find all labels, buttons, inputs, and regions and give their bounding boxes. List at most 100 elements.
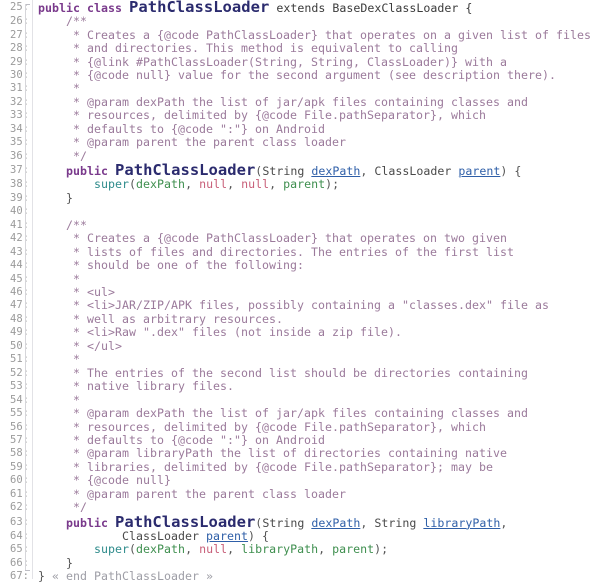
line-number[interactable]: 62: bbox=[0, 501, 32, 514]
token-cmt: * @param parent the parent class loader bbox=[38, 486, 347, 501]
code-line[interactable]: /** bbox=[38, 218, 606, 232]
code-line[interactable]: * @param dexPath the list of jar/apk fil… bbox=[38, 95, 606, 109]
line-number[interactable]: 64: bbox=[0, 530, 32, 543]
line-number[interactable]: 46: bbox=[0, 286, 32, 299]
line-number[interactable]: 51: bbox=[0, 353, 32, 366]
token-cmt: */ bbox=[38, 500, 88, 515]
code-line[interactable]: * lists of files and directories. The en… bbox=[38, 244, 606, 259]
code-line[interactable]: * Creates a {@code PathClassLoader} that… bbox=[38, 28, 606, 42]
line-number[interactable]: 35: bbox=[0, 136, 32, 149]
code-line[interactable]: * well as arbitrary resources. bbox=[38, 311, 606, 326]
token-paramu: libraryPath bbox=[423, 515, 501, 530]
code-line[interactable]: * {@code null} value for the second argu… bbox=[38, 68, 606, 82]
line-number[interactable]: 31: bbox=[0, 82, 32, 95]
code-line[interactable]: * @param dexPath the list of jar/apk fil… bbox=[38, 406, 606, 421]
line-number[interactable]: 39: bbox=[0, 192, 32, 205]
line-number[interactable]: 54: bbox=[0, 394, 32, 407]
code-line[interactable]: * <li>JAR/ZIP/APK files, possibly contai… bbox=[38, 299, 606, 312]
line-number[interactable]: 34: bbox=[0, 123, 32, 136]
line-number[interactable]: 25: bbox=[0, 0, 32, 15]
line-number[interactable]: 40: bbox=[0, 205, 32, 218]
code-text-area[interactable]: public class PathClassLoader extends Bas… bbox=[32, 0, 606, 584]
code-line[interactable]: public PathClassLoader(String dexPath, C… bbox=[38, 162, 606, 178]
line-number[interactable]: 61: bbox=[0, 488, 32, 501]
line-number[interactable]: 56: bbox=[0, 421, 32, 434]
code-line[interactable]: * defaults to {@code ":"} on Android bbox=[38, 122, 606, 136]
code-line[interactable]: } bbox=[38, 191, 606, 205]
line-number[interactable]: 27: bbox=[0, 29, 32, 42]
code-line[interactable]: super(dexPath, null, null, parent); bbox=[38, 178, 606, 191]
code-line[interactable]: public class PathClassLoader extends Bas… bbox=[38, 0, 606, 15]
code-line[interactable]: * <li>Raw ".dex" files (not inside a zip… bbox=[38, 326, 606, 339]
code-line[interactable]: * {@code null} bbox=[38, 474, 606, 487]
code-line[interactable]: * defaults to {@code ":"} on Android bbox=[38, 432, 606, 447]
line-number[interactable]: 50: bbox=[0, 340, 32, 353]
line-number[interactable]: 36: bbox=[0, 150, 32, 163]
code-line[interactable]: * <ul> bbox=[38, 285, 606, 299]
line-number[interactable]: 29: bbox=[0, 56, 32, 69]
token-kw: public bbox=[38, 1, 88, 15]
line-number[interactable]: 43: bbox=[0, 246, 32, 259]
code-line[interactable]: * {@link #PathClassLoader(String, String… bbox=[38, 55, 606, 69]
line-number[interactable]: 45: bbox=[0, 273, 32, 286]
token-cmt: * @param dexPath the list of jar/apk fil… bbox=[38, 406, 529, 421]
code-line[interactable]: * should be one of the following: bbox=[38, 258, 606, 272]
line-number[interactable]: 65: bbox=[0, 543, 32, 556]
line-number[interactable]: 38: bbox=[0, 178, 32, 191]
code-line[interactable]: * bbox=[38, 393, 606, 407]
token-ident: dexPath bbox=[136, 542, 186, 557]
line-number[interactable]: 67: bbox=[0, 570, 32, 583]
line-number[interactable]: 26: bbox=[0, 15, 32, 28]
code-line[interactable]: public PathClassLoader(String dexPath, S… bbox=[38, 514, 606, 530]
token-cmt: * lists of files and directories. The en… bbox=[38, 244, 515, 259]
token-nul: null bbox=[199, 177, 228, 192]
line-number[interactable]: 48: bbox=[0, 313, 32, 326]
code-line[interactable]: } bbox=[38, 556, 606, 570]
line-number[interactable]: 33: bbox=[0, 109, 32, 122]
code-line[interactable]: * The entries of the second list should … bbox=[38, 366, 606, 380]
line-number[interactable]: 52: bbox=[0, 367, 32, 380]
line-number[interactable]: 66: bbox=[0, 557, 32, 570]
code-line[interactable]: ClassLoader parent) { bbox=[38, 529, 606, 543]
token-kw: public bbox=[38, 515, 116, 530]
line-number[interactable]: 53: bbox=[0, 380, 32, 393]
code-line[interactable]: * native library files. bbox=[38, 379, 606, 393]
line-number-gutter[interactable]: 25: 26: 27: 28: 29: 30: 31: 32: 33: 34: 35: 36: 37: 3… bbox=[0, 0, 32, 584]
line-number[interactable]: 44: bbox=[0, 259, 32, 272]
line-number[interactable]: 32: bbox=[0, 96, 32, 109]
code-line[interactable]: * bbox=[38, 271, 606, 286]
line-number[interactable]: 63: bbox=[0, 515, 32, 530]
code-line[interactable]: * resources, delimited by {@code File.pa… bbox=[38, 420, 606, 434]
line-number[interactable]: 28: bbox=[0, 42, 32, 55]
line-number[interactable]: 60: bbox=[0, 474, 32, 487]
code-editor[interactable]: 25: 26: 27: 28: 29: 30: 31: 32: 33: 34: 35: 36: 37: 3… bbox=[0, 0, 606, 584]
line-number[interactable]: 57: bbox=[0, 434, 32, 447]
code-line[interactable]: * bbox=[38, 353, 606, 366]
line-number[interactable]: 30: bbox=[0, 69, 32, 82]
token-cmt: * bbox=[38, 271, 81, 286]
code-line[interactable]: } « end PathClassLoader » bbox=[38, 570, 606, 583]
line-number[interactable]: 37: bbox=[0, 163, 32, 178]
code-line[interactable]: super(dexPath, null, libraryPath, parent… bbox=[38, 543, 606, 556]
code-line[interactable]: * resources, delimited by {@code File.pa… bbox=[38, 109, 606, 122]
line-number[interactable]: 47: bbox=[0, 299, 32, 312]
line-number[interactable]: 55: bbox=[0, 407, 32, 420]
code-line[interactable]: * @param libraryPath the list of directo… bbox=[38, 447, 606, 460]
code-line[interactable]: * bbox=[38, 82, 606, 95]
token-cmt: * defaults to {@code ":"} on Android bbox=[38, 432, 326, 447]
line-number[interactable]: 58: bbox=[0, 447, 32, 460]
code-line[interactable]: * </ul> bbox=[38, 339, 606, 353]
line-number[interactable]: 41: bbox=[0, 219, 32, 232]
code-line[interactable]: * @param parent the parent class loader bbox=[38, 486, 606, 501]
code-line[interactable]: * Creates a {@code PathClassLoader} that… bbox=[38, 231, 606, 245]
code-line[interactable]: * @param parent the parent class loader bbox=[38, 136, 606, 149]
token-cmt: * well as arbitrary resources. bbox=[38, 311, 284, 326]
code-line[interactable]: * libraries, delimited by {@code File.pa… bbox=[38, 460, 606, 474]
line-number[interactable]: 49: bbox=[0, 326, 32, 339]
code-line[interactable]: * and directories. This method is equiva… bbox=[38, 41, 606, 55]
code-line[interactable] bbox=[38, 205, 606, 218]
code-line[interactable]: /** bbox=[38, 14, 606, 28]
token-punct: ( bbox=[129, 542, 137, 557]
line-number[interactable]: 59: bbox=[0, 461, 32, 474]
line-number[interactable]: 42: bbox=[0, 232, 32, 245]
